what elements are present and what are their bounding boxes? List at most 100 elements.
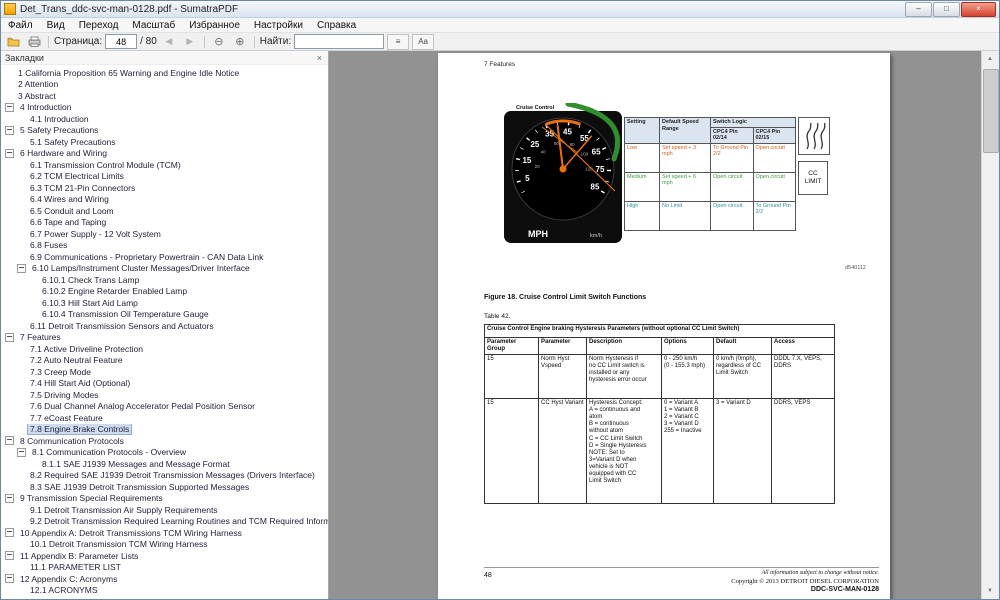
minimize-button[interactable]: –: [905, 2, 932, 17]
bookmark-item[interactable]: 12.1 ACRONYMS: [1, 585, 328, 597]
menu-item-3[interactable]: Масштаб: [125, 18, 182, 32]
bookmark-label: 7.1 Active Driveline Protection: [28, 344, 145, 354]
bookmark-item[interactable]: 6.11 Detroit Transmission Sensors and Ac…: [1, 320, 328, 332]
bookmark-item[interactable]: 8.2 Required SAE J1939 Detroit Transmiss…: [1, 470, 328, 482]
bookmark-item[interactable]: 4.1 Introduction: [1, 113, 328, 125]
bookmark-item[interactable]: 7.5 Driving Modes: [1, 389, 328, 401]
bookmark-item[interactable]: 9 Transmission Special Requirements: [1, 493, 328, 505]
menu-item-5[interactable]: Настройки: [247, 18, 310, 32]
menu-item-4[interactable]: Избранное: [182, 18, 247, 32]
bookmark-item[interactable]: 1 California Proposition 65 Warning and …: [1, 67, 328, 79]
bookmark-item[interactable]: 11 Appendix B: Parameter Lists: [1, 550, 328, 562]
bookmark-item[interactable]: 6.6 Tape and Taping: [1, 217, 328, 229]
bookmark-item[interactable]: 6.3 TCM 21-Pin Connectors: [1, 182, 328, 194]
collapse-toggle-icon[interactable]: [5, 574, 14, 583]
bookmark-item[interactable]: 7.1 Active Driveline Protection: [1, 343, 328, 355]
svg-text:55: 55: [580, 134, 589, 143]
collapse-toggle-icon[interactable]: [5, 333, 14, 342]
bookmark-item[interactable]: 7.3 Creep Mode: [1, 366, 328, 378]
collapse-toggle-icon[interactable]: [5, 436, 14, 445]
scroll-up-icon[interactable]: ▲: [982, 51, 998, 67]
bookmark-item[interactable]: 5.1 Safety Precautions: [1, 136, 328, 148]
bookmark-item[interactable]: 6.2 TCM Electrical Limits: [1, 171, 328, 183]
bookmark-item[interactable]: 8.1.1 SAE J1939 Messages and Message For…: [1, 458, 328, 470]
maximize-button[interactable]: □: [933, 2, 960, 17]
menu-item-6[interactable]: Справка: [310, 18, 363, 32]
bookmark-label: 7 Features: [18, 332, 63, 342]
collapse-toggle-icon[interactable]: [5, 126, 14, 135]
bookmark-label: 6.10 Lamps/Instrument Cluster Messages/D…: [30, 263, 252, 273]
bookmark-item[interactable]: 10 Appendix A: Detroit Transmissions TCM…: [1, 527, 328, 539]
bookmark-item[interactable]: 6.10.3 Hill Start Aid Lamp: [1, 297, 328, 309]
document-view[interactable]: 7 Features Cruise Control Set Speed 5152…: [329, 51, 981, 599]
collapse-toggle-icon[interactable]: [5, 103, 14, 112]
collapse-toggle-icon[interactable]: [5, 149, 14, 158]
find-highlight-icon[interactable]: ≡: [387, 34, 409, 50]
bookmark-item[interactable]: 6.8 Fuses: [1, 240, 328, 252]
bookmark-item[interactable]: 6 Hardware and Wiring: [1, 148, 328, 160]
page-number-input[interactable]: [105, 34, 137, 49]
scroll-down-icon[interactable]: ▼: [982, 583, 998, 599]
collapse-toggle-icon[interactable]: [5, 528, 14, 537]
bookmark-item[interactable]: 6.10.4 Transmission Oil Temperature Gaug…: [1, 309, 328, 321]
bookmark-item[interactable]: 7.2 Auto Neutral Feature: [1, 355, 328, 367]
bookmark-item[interactable]: 8 Communication Protocols: [1, 435, 328, 447]
footer-page-number: 48: [484, 572, 492, 579]
collapse-toggle-icon[interactable]: [5, 551, 14, 560]
bookmark-item[interactable]: 6.5 Conduit and Loom: [1, 205, 328, 217]
bookmark-label: 12.1 ACRONYMS: [28, 585, 100, 595]
menu-item-2[interactable]: Переход: [72, 18, 126, 32]
switch-logic-table: SettingDefault Speed RangeSwitch LogicCP…: [624, 117, 796, 231]
zoom-in-icon[interactable]: ⊕: [231, 34, 249, 49]
bookmark-label: 6.4 Wires and Wiring: [28, 194, 111, 204]
close-button[interactable]: ×: [961, 2, 996, 17]
bookmark-label: 6.1 Transmission Control Module (TCM): [28, 160, 183, 170]
bookmark-item[interactable]: 5 Safety Precautions: [1, 125, 328, 137]
bookmark-item[interactable]: 6.7 Power Supply - 12 Volt System: [1, 228, 328, 240]
bookmark-item[interactable]: 6.9 Communications - Proprietary Powertr…: [1, 251, 328, 263]
nav-forward-icon[interactable]: ▶: [181, 34, 199, 49]
match-case-button[interactable]: Aa: [412, 34, 434, 50]
nav-back-icon[interactable]: ◀: [160, 34, 178, 49]
bookmark-item[interactable]: 6.10.2 Engine Retarder Enabled Lamp: [1, 286, 328, 298]
bookmarks-panel: Закладки × 1 California Proposition 65 W…: [1, 51, 329, 599]
bookmark-item[interactable]: 6.10.1 Check Trans Lamp: [1, 274, 328, 286]
bookmark-item[interactable]: 7.4 Hill Start Aid (Optional): [1, 378, 328, 390]
toolbar-separator: [254, 36, 255, 48]
bookmark-item[interactable]: 12 Appendix C: Acronyms: [1, 573, 328, 585]
bookmark-item[interactable]: 7.8 Engine Brake Controls: [1, 424, 328, 436]
bookmark-item[interactable]: 7.7 eCoast Feature: [1, 412, 328, 424]
svg-text:120: 120: [585, 166, 593, 171]
scrollbar-thumb[interactable]: [983, 69, 999, 153]
zoom-out-icon[interactable]: ⊖: [210, 34, 228, 49]
collapse-toggle-icon[interactable]: [17, 448, 26, 457]
bookmark-item[interactable]: 6.4 Wires and Wiring: [1, 194, 328, 206]
bookmark-item[interactable]: 3 Abstract: [1, 90, 328, 102]
open-file-button[interactable]: [4, 34, 22, 49]
menu-item-0[interactable]: Файл: [1, 18, 40, 32]
bookmark-label: 2 Attention: [16, 79, 60, 89]
bookmark-item[interactable]: 9.1 Detroit Transmission Air Supply Requ…: [1, 504, 328, 516]
vertical-scrollbar[interactable]: ▲ ▼: [981, 51, 999, 599]
find-input[interactable]: [294, 34, 384, 49]
figure-id: d540112: [845, 265, 866, 271]
bookmark-item[interactable]: 6.10 Lamps/Instrument Cluster Messages/D…: [1, 263, 328, 275]
menu-item-1[interactable]: Вид: [40, 18, 72, 32]
bookmark-item[interactable]: 6.1 Transmission Control Module (TCM): [1, 159, 328, 171]
bookmark-item[interactable]: 7.6 Dual Channel Analog Accelerator Peda…: [1, 401, 328, 413]
close-panel-icon[interactable]: ×: [317, 53, 322, 63]
print-button[interactable]: [25, 34, 43, 49]
bookmark-label: 6.9 Communications - Proprietary Powertr…: [28, 252, 265, 262]
collapse-toggle-icon[interactable]: [17, 264, 26, 273]
bookmark-item[interactable]: 8.3 SAE J1939 Detroit Transmission Suppo…: [1, 481, 328, 493]
bookmark-item[interactable]: 10.1 Detroit Transmission TCM Wiring Har…: [1, 539, 328, 551]
bookmark-item[interactable]: 7 Features: [1, 332, 328, 344]
collapse-toggle-icon[interactable]: [5, 494, 14, 503]
bookmark-item[interactable]: 8.1 Communication Protocols - Overview: [1, 447, 328, 459]
speedometer-image: 5152535455565758520406080100120MPHkm/h: [504, 111, 622, 243]
bookmark-item[interactable]: 11.1 PARAMETER LIST: [1, 562, 328, 574]
bookmark-item[interactable]: 9.2 Detroit Transmission Required Learni…: [1, 516, 328, 528]
titlebar[interactable]: Det_Trans_ddc-svc-man-0128.pdf - Sumatra…: [1, 1, 999, 18]
bookmark-item[interactable]: 2 Attention: [1, 79, 328, 91]
bookmark-item[interactable]: 4 Introduction: [1, 102, 328, 114]
